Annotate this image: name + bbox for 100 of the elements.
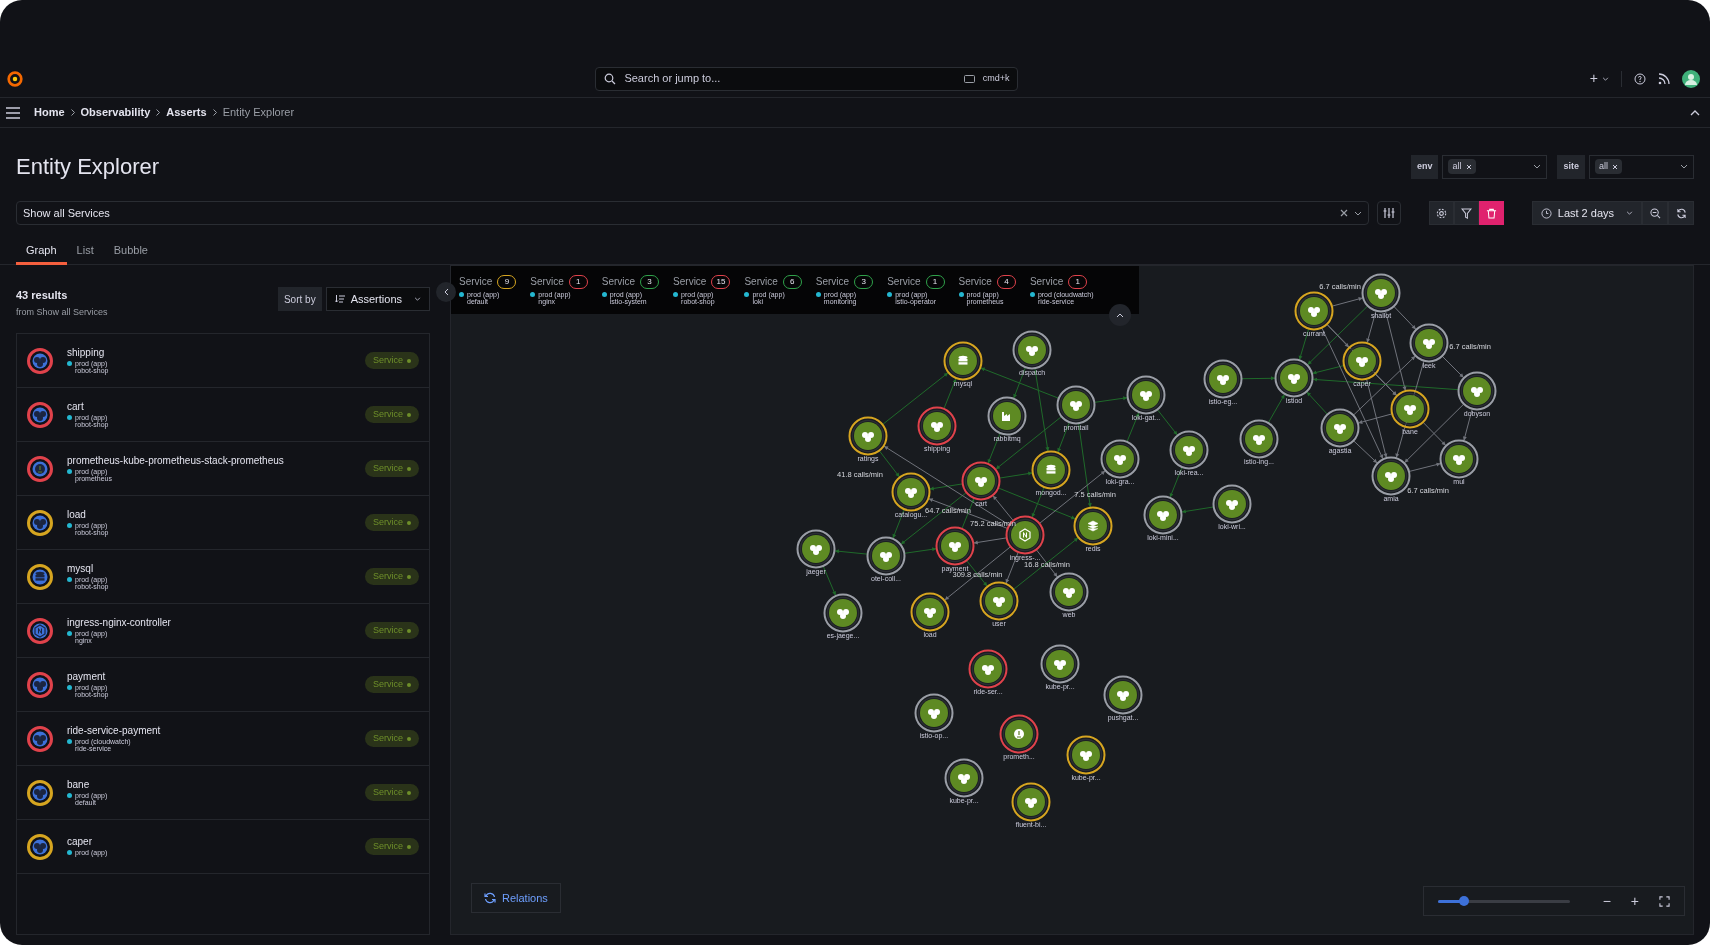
settings-icon — [1435, 207, 1447, 219]
breadcrumb-current: Entity Explorer — [222, 105, 295, 121]
connection-arrow — [1181, 506, 1214, 514]
service-node[interactable] — [1320, 408, 1360, 448]
service-ring-icon — [27, 617, 53, 644]
service-node[interactable] — [999, 714, 1039, 754]
search-icon — [604, 72, 617, 85]
refresh-icon — [1675, 207, 1687, 219]
menu-icon[interactable] — [6, 106, 20, 119]
breadcrumb-link[interactable]: Asserts — [166, 104, 207, 121]
service-node[interactable] — [943, 341, 983, 381]
service-node[interactable] — [1143, 495, 1183, 535]
view-tab[interactable]: List — [66, 239, 104, 265]
service-node[interactable] — [1011, 782, 1051, 822]
service-node[interactable] — [796, 529, 836, 569]
rss-icon[interactable] — [1658, 72, 1670, 85]
fullscreen-icon[interactable] — [1659, 895, 1670, 907]
zoom-out-button[interactable] — [1642, 201, 1668, 225]
zoom-slider[interactable] — [1438, 899, 1570, 903]
sliders-icon — [1382, 207, 1395, 219]
help-icon[interactable] — [1634, 72, 1646, 85]
chevron-down-icon[interactable] — [1353, 210, 1362, 216]
sort-label: Sort by — [277, 287, 322, 311]
service-node[interactable] — [1073, 506, 1113, 546]
view-tab[interactable]: Graph — [16, 239, 67, 265]
query-field[interactable]: Show all Services — [23, 204, 1340, 222]
service-node[interactable] — [848, 416, 888, 456]
caret-icon — [414, 297, 421, 301]
connection-arrow — [1241, 376, 1276, 381]
service-node[interactable] — [968, 649, 1008, 689]
view-tab[interactable]: Bubble — [103, 239, 158, 265]
service-node[interactable] — [944, 758, 984, 798]
service-node[interactable] — [961, 461, 1001, 501]
type-badge: Service — [365, 622, 419, 639]
adjust-button[interactable] — [1376, 201, 1401, 225]
service-node[interactable] — [1031, 450, 1071, 490]
service-node[interactable] — [1390, 389, 1430, 429]
service-node[interactable] — [1066, 735, 1106, 775]
service-node[interactable] — [1409, 323, 1449, 363]
shortcut-hint: cmd+k — [982, 71, 1010, 85]
add-button[interactable]: + — [1589, 68, 1609, 89]
variable-select[interactable]: all — [1442, 154, 1548, 179]
service-node[interactable] — [1457, 371, 1497, 411]
caret-icon — [1626, 211, 1633, 215]
service-node[interactable] — [1212, 484, 1252, 524]
breadcrumb-link[interactable]: Observability — [80, 104, 151, 121]
sort-dropdown[interactable]: Assertions — [325, 287, 430, 311]
clear-icon[interactable] — [1339, 209, 1348, 217]
entity-name: cart — [67, 401, 85, 412]
search-field[interactable]: Search or jump to... — [624, 70, 956, 87]
logo-icon[interactable] — [6, 69, 24, 88]
service-node[interactable] — [1203, 359, 1243, 399]
service-node[interactable] — [910, 592, 950, 632]
relations-button[interactable]: Relations — [471, 883, 561, 913]
settings-button[interactable] — [1428, 201, 1454, 225]
service-node[interactable] — [987, 396, 1027, 436]
type-badge: Service — [365, 676, 419, 693]
variable-select[interactable]: all — [1589, 154, 1694, 179]
summary-type: Service — [887, 277, 921, 287]
query-bar[interactable]: Show all Services — [16, 201, 1369, 225]
service-ring-icon — [27, 725, 53, 752]
service-node[interactable] — [1274, 358, 1314, 398]
service-node[interactable] — [1126, 375, 1166, 415]
service-node[interactable] — [1012, 330, 1052, 370]
slider-thumb[interactable] — [1459, 895, 1470, 906]
refresh-icon — [484, 892, 496, 904]
service-node[interactable] — [1169, 430, 1209, 470]
service-node[interactable] — [1056, 385, 1096, 425]
service-node[interactable] — [1100, 439, 1140, 479]
zoom-in-button[interactable]: + — [1630, 890, 1639, 912]
search-bar[interactable]: Search or jump to... cmd+k — [595, 66, 1019, 91]
service-node[interactable] — [979, 581, 1019, 621]
service-node[interactable] — [1361, 273, 1401, 313]
variable-label: site — [1557, 154, 1585, 179]
service-node[interactable] — [1040, 644, 1080, 684]
delete-button[interactable] — [1478, 201, 1504, 225]
service-node[interactable] — [917, 406, 957, 446]
service-node[interactable] — [823, 593, 863, 633]
results-source: from Show all Services — [16, 305, 108, 319]
refresh-button[interactable] — [1668, 201, 1694, 225]
service-node[interactable] — [914, 693, 954, 733]
service-node[interactable] — [1439, 439, 1479, 479]
type-badge: Service — [365, 838, 419, 855]
service-node[interactable] — [1294, 291, 1334, 331]
zoom-out-button[interactable]: − — [1602, 890, 1611, 912]
service-node[interactable] — [866, 536, 906, 576]
time-range-picker[interactable]: Last 2 days — [1531, 201, 1642, 225]
chevron-left-icon — [443, 288, 449, 296]
remove-icon[interactable] — [1465, 163, 1472, 170]
collapse-icon[interactable] — [1690, 109, 1700, 116]
filter-button[interactable] — [1453, 201, 1479, 225]
service-node[interactable] — [1342, 341, 1382, 381]
breadcrumb-link[interactable]: Home — [34, 104, 65, 121]
service-node[interactable] — [1239, 419, 1279, 459]
avatar-icon[interactable] — [1682, 69, 1700, 88]
service-node[interactable] — [1049, 572, 1089, 612]
remove-icon[interactable] — [1612, 163, 1618, 170]
service-node[interactable] — [935, 526, 975, 566]
service-node[interactable] — [1103, 675, 1143, 715]
expand-toggle[interactable] — [1109, 304, 1131, 326]
